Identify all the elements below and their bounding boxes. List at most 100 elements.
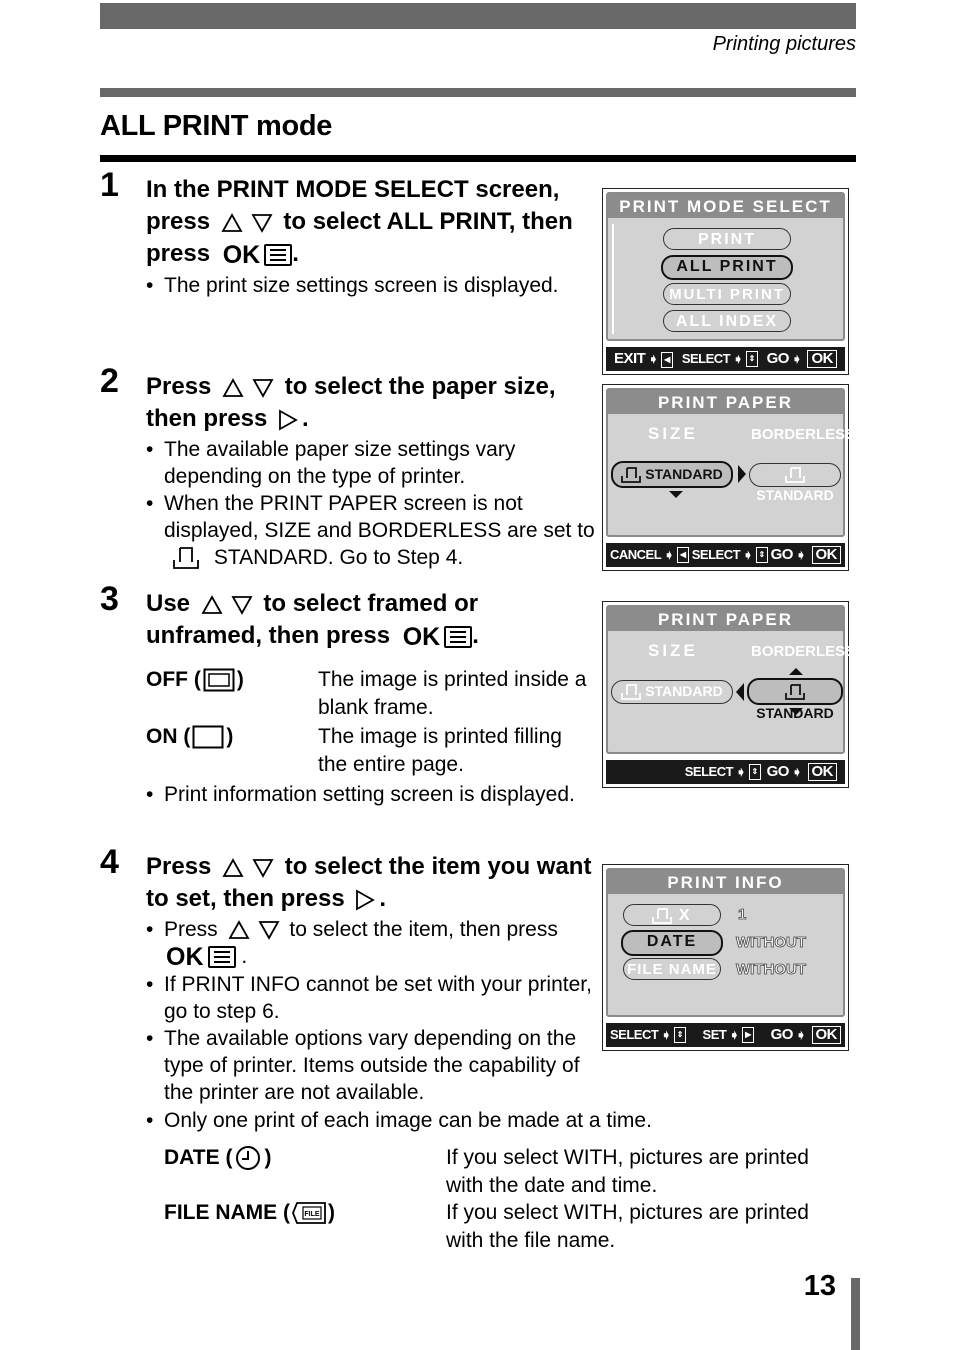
- left-key-icon: ◀: [676, 547, 689, 564]
- quantity-value: 1: [738, 906, 747, 924]
- step-number: 2: [100, 362, 119, 400]
- down-arrow-icon: [252, 378, 274, 398]
- screen-body: PRINT MODE SELECT PRINT ALL PRINT MULTI …: [606, 192, 845, 341]
- right-key-icon: ▶: [741, 1027, 754, 1044]
- up-caret-icon: [789, 668, 803, 675]
- framed-icon: [203, 668, 235, 692]
- screen-body: PRINT INFO X DATE FILE NAME 1 WITHOUT WI…: [606, 868, 845, 1017]
- updown-right-key-icon: ⇕: [755, 547, 768, 564]
- info-row-date[interactable]: DATE: [621, 930, 723, 956]
- down-arrow-icon: [252, 858, 274, 878]
- screen-title: PRINT PAPER: [608, 607, 843, 631]
- right-caret-icon: [738, 465, 746, 483]
- arrow-icon: ➧: [791, 352, 802, 366]
- ok-button-icon: OK: [403, 621, 473, 653]
- down-arrow-icon: [231, 595, 253, 615]
- step-2-heading: Press to select the paper size, then pre…: [146, 373, 556, 432]
- section-label: Printing pictures: [712, 33, 856, 55]
- def-term: DATE (): [164, 1144, 271, 1172]
- frame-options: OFF () The image is printed inside a bla…: [146, 666, 596, 786]
- option-all-index[interactable]: ALL INDEX: [663, 310, 791, 332]
- step-4-note-extra: Only one print of each image can be made…: [146, 1107, 746, 1134]
- left-updown-key-icon: ⇕: [748, 764, 761, 781]
- step-number: 4: [100, 843, 119, 881]
- menu-icon: [444, 625, 473, 648]
- section-divider: [100, 88, 856, 97]
- screen-body: PRINT PAPER SIZE BORDERLESS STANDARD STA…: [606, 605, 855, 754]
- menu-icon: [264, 243, 293, 266]
- screen-body: PRINT PAPER SIZE BORDERLESS STANDARD STA…: [606, 388, 855, 537]
- heading-text: to select ALL PRINT, then press: [146, 208, 573, 267]
- screen-title: PRINT PAPER: [608, 390, 843, 414]
- screen-footer: CANCEL ➧ ◀ SELECT ➧ ⇕ GO ➧ OK: [606, 543, 845, 567]
- heading-text: Press: [146, 853, 212, 880]
- down-arrow-icon: [257, 921, 280, 941]
- printer-paper-icon: [173, 547, 199, 570]
- info-row-file-name[interactable]: FILE NAME: [623, 958, 721, 980]
- ok-key-icon: OK: [807, 350, 837, 368]
- page-edge-bar: [851, 1278, 860, 1350]
- step-1-notes: The print size settings screen is displa…: [146, 272, 596, 299]
- left-key-icon: ◀: [660, 351, 673, 368]
- printer-paper-icon: [652, 907, 673, 924]
- bullet-item: Only one print of each image can be made…: [146, 1107, 746, 1134]
- bullet-item: When the PRINT PAPER screen is not displ…: [146, 490, 596, 571]
- date-value: WITHOUT: [736, 934, 807, 952]
- def-desc: The image is printed inside a blank fram…: [318, 668, 587, 719]
- screen-title: PRINT MODE SELECT: [608, 194, 843, 218]
- bullet-item: The print size settings screen is displa…: [146, 272, 596, 299]
- printer-paper-icon: [785, 684, 805, 701]
- arrow-icon: ➧: [795, 548, 806, 562]
- arrow-icon: ➧: [791, 765, 802, 779]
- step-4-notes: Press to select the item, then press OK …: [146, 916, 596, 1106]
- svg-text:FILE: FILE: [304, 1211, 319, 1218]
- heading-text: Use: [146, 590, 191, 617]
- up-arrow-icon: [221, 212, 243, 232]
- up-arrow-icon: [227, 920, 250, 940]
- arrow-icon: ➧: [733, 351, 743, 366]
- ok-button-icon: OK: [223, 239, 293, 271]
- step-4-heading: Press to select the item you want to set…: [146, 853, 592, 912]
- down-caret-icon: [669, 491, 683, 498]
- arrow-icon: ➧: [743, 547, 753, 562]
- arrow-icon: ➧: [736, 764, 746, 779]
- screen-title: PRINT INFO: [608, 870, 843, 894]
- step-number: 3: [100, 580, 119, 618]
- step-3-notes: Print information setting screen is disp…: [146, 781, 596, 808]
- screen-footer: EXIT ➧ ◀ SELECT ➧ ⇕ GO ➧ OK: [606, 347, 845, 371]
- step-1-heading: In the PRINT MODE SELECT screen, press t…: [146, 176, 573, 271]
- borderless-selector[interactable]: STANDARD: [749, 463, 841, 503]
- screen-footer: SELECT ➧ ⇕ GO ➧ OK: [606, 760, 845, 784]
- def-term: OFF (): [146, 668, 244, 692]
- print-info-screen: PRINT INFO X DATE FILE NAME 1 WITHOUT WI…: [602, 864, 849, 1051]
- ok-button-icon: OK: [166, 943, 236, 971]
- def-desc: The image is printed filling the entire …: [318, 725, 562, 776]
- printer-paper-icon: [785, 467, 805, 484]
- scrollbar[interactable]: [612, 224, 618, 334]
- bullet-item: The available paper size settings vary d…: [146, 436, 596, 490]
- size-selector[interactable]: STANDARD: [611, 680, 733, 704]
- option-multi-print[interactable]: MULTI PRINT: [663, 283, 791, 305]
- borderless-label: BORDERLESS: [751, 426, 856, 443]
- def-term: ON (): [146, 725, 234, 749]
- screen-footer: SELECT ➧ ⇕ SET ➧ ▶ GO ➧ OK: [606, 1023, 845, 1047]
- bullet-item: Print information setting screen is disp…: [146, 781, 596, 808]
- option-print[interactable]: PRINT: [663, 228, 791, 250]
- right-arrow-icon: [279, 409, 298, 431]
- def-desc: If you select WITH, pictures are printed…: [446, 1201, 809, 1252]
- menu-icon: [207, 946, 236, 969]
- ok-key-icon: OK: [807, 763, 837, 781]
- size-selector[interactable]: STANDARD: [611, 461, 733, 488]
- bullet-item: The available options vary depending on …: [146, 1025, 594, 1106]
- option-all-print[interactable]: ALL PRINT: [661, 255, 793, 280]
- file-name-value: WITHOUT: [736, 961, 807, 979]
- print-paper-size-screen: PRINT PAPER SIZE BORDERLESS STANDARD STA…: [602, 384, 855, 571]
- updown-key-icon: ⇕: [745, 351, 758, 368]
- clock-icon: [236, 1146, 261, 1171]
- info-row-quantity[interactable]: X: [623, 904, 721, 926]
- borderless-label: BORDERLESS: [751, 643, 856, 660]
- left-caret-icon: [736, 683, 744, 701]
- borderless-selector[interactable]: STANDARD: [747, 678, 843, 721]
- up-arrow-icon: [222, 857, 244, 877]
- size-label: SIZE: [648, 424, 698, 443]
